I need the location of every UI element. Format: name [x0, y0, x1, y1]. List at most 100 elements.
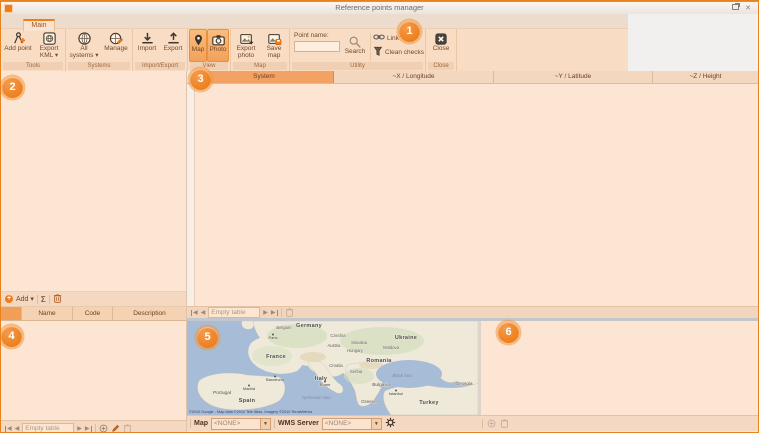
- ribbon-group-map: Export photo Save map Map: [231, 29, 290, 71]
- map-label: Turkey: [419, 400, 439, 406]
- annotation-badge-3: 3: [190, 69, 211, 90]
- ribbon-group-systems: All systems ▾ Manage Systems: [66, 29, 133, 71]
- prev-record-button[interactable]: ◀: [15, 424, 20, 433]
- map-label: Tyrrhenian Sea: [301, 395, 331, 400]
- map-label: Austria: [327, 343, 341, 348]
- map-label: Bulgaria: [372, 382, 390, 388]
- import-label: Import: [138, 46, 156, 53]
- save-map-button[interactable]: Save map: [260, 29, 288, 62]
- column-header-y-latitude[interactable]: ~Y / Latitude: [494, 71, 653, 83]
- import-button[interactable]: Import: [134, 29, 160, 62]
- point-name-input[interactable]: [294, 41, 340, 52]
- link-label: Link: [387, 35, 399, 42]
- last-record-button[interactable]: ▶: [271, 308, 278, 318]
- column-header-code[interactable]: Code: [73, 307, 113, 320]
- search-button[interactable]: Search: [342, 32, 368, 56]
- map-toggle-button[interactable]: Map: [189, 29, 207, 62]
- add-point-icon: [11, 31, 26, 46]
- map-view[interactable]: GermanyBelgiumParisCzechiaAustriaSlovaki…: [187, 321, 478, 415]
- prev-record-button[interactable]: ◀: [201, 308, 206, 318]
- map-label: Greece: [361, 399, 377, 405]
- points-toolbar: + Add ▾ Σ: [1, 292, 186, 307]
- column-header-system[interactable]: System: [195, 71, 334, 83]
- add-plus-icon: +: [5, 295, 13, 303]
- map-label: Germany: [296, 323, 323, 329]
- points-grid-body[interactable]: [1, 321, 186, 420]
- all-systems-button[interactable]: All systems ▾: [67, 29, 101, 62]
- systems-tree-panel[interactable]: [1, 71, 186, 292]
- first-record-button[interactable]: ◀: [5, 424, 12, 433]
- title-bar: Reference points manager ✕: [1, 1, 758, 14]
- close-window-button[interactable]: ✕: [743, 4, 753, 13]
- map-type-value: <NONE>: [212, 419, 260, 429]
- add-point-button[interactable]: Add point: [2, 29, 34, 62]
- toolbar-separator: [482, 419, 483, 428]
- map-settings-button[interactable]: [385, 415, 396, 433]
- export-button[interactable]: Export: [160, 29, 186, 62]
- map-label: Spain: [239, 398, 256, 404]
- clean-checks-button[interactable]: Clean checks: [373, 46, 424, 59]
- append-record-button[interactable]: [487, 415, 496, 433]
- group-caption-tools: Tools: [3, 62, 63, 70]
- save-map-label: Save map: [261, 46, 287, 60]
- chevron-down-icon: ▼: [371, 419, 381, 429]
- export-icon: [166, 31, 181, 46]
- ribbon: Main Add point Export KML ▾: [1, 14, 628, 71]
- wms-server-select[interactable]: <NONE> ▼: [322, 418, 382, 430]
- map-label: Romania: [366, 358, 392, 364]
- add-dropdown-button[interactable]: Add ▾: [16, 295, 34, 303]
- map-combo-label: Map: [194, 420, 208, 427]
- map-label: Ukraine: [395, 335, 417, 341]
- detail-toolbar: [478, 415, 758, 431]
- points-grid-header: Name Code Description: [1, 307, 186, 321]
- detail-panel[interactable]: [481, 321, 758, 415]
- group-caption-systems: Systems: [68, 62, 130, 70]
- reference-points-manager-window: Reference points manager ✕ Main Add poin…: [0, 0, 759, 433]
- column-header-name[interactable]: Name: [22, 307, 73, 320]
- annotation-badge-6: 6: [498, 322, 519, 343]
- sum-button[interactable]: Σ: [41, 295, 46, 304]
- delete-button[interactable]: [53, 293, 62, 305]
- column-header-z-height[interactable]: ~Z / Height: [653, 71, 758, 83]
- column-header-x-longitude[interactable]: ~X / Longitude: [334, 71, 494, 83]
- left-panel: + Add ▾ Σ Name Code Description ◀ ◀ Empt…: [1, 71, 187, 432]
- window-title: Reference points manager: [1, 3, 758, 12]
- chevron-down-icon: ▼: [260, 419, 270, 429]
- map-toggle-label: Map: [192, 47, 205, 54]
- edit-record-button[interactable]: [111, 420, 120, 433]
- group-caption-utility: Utility: [292, 62, 423, 70]
- map-type-select[interactable]: <NONE> ▼: [211, 418, 271, 430]
- append-record-button[interactable]: [99, 420, 108, 433]
- group-caption-import-export: Import/Export: [135, 62, 185, 70]
- map-label: France: [266, 354, 286, 360]
- map-label: Czechia: [330, 333, 346, 338]
- last-record-button[interactable]: ▶: [85, 424, 92, 433]
- close-icon: [434, 31, 448, 46]
- delete-record-button[interactable]: [500, 415, 509, 433]
- ribbon-group-view: Map Photo View: [188, 29, 231, 71]
- export-photo-button[interactable]: Export photo: [232, 29, 260, 62]
- record-status-box: Empty table: [22, 423, 74, 433]
- annotation-badge-5: 5: [197, 327, 218, 348]
- next-record-button[interactable]: ▶: [77, 424, 82, 433]
- export-kml-button[interactable]: Export KML ▾: [34, 29, 64, 62]
- row-selector-header[interactable]: [1, 307, 22, 320]
- manage-button[interactable]: Manage: [101, 29, 131, 62]
- first-record-button[interactable]: ◀: [191, 308, 198, 318]
- toolbar-separator: [37, 295, 38, 304]
- close-button[interactable]: Close: [427, 29, 455, 62]
- delete-record-button[interactable]: [123, 420, 132, 433]
- column-header-description[interactable]: Description: [113, 307, 186, 320]
- map-label: Moldova: [383, 345, 399, 350]
- search-icon: [348, 34, 362, 49]
- row-indicator-strip: [187, 84, 195, 307]
- close-ribbon-label: Close: [433, 46, 450, 53]
- ribbon-group-import-export: Import Export Import/Export: [133, 29, 188, 71]
- clean-checks-icon: [373, 46, 383, 59]
- restore-window-button[interactable]: [730, 4, 740, 13]
- points-grid-navigator: ◀ ◀ Empty table ▶ ▶: [1, 420, 186, 433]
- photo-toggle-button[interactable]: Photo: [207, 29, 229, 62]
- map-label: Belgium: [276, 325, 292, 330]
- next-record-button[interactable]: ▶: [263, 308, 268, 318]
- systems-grid-body[interactable]: [187, 84, 758, 307]
